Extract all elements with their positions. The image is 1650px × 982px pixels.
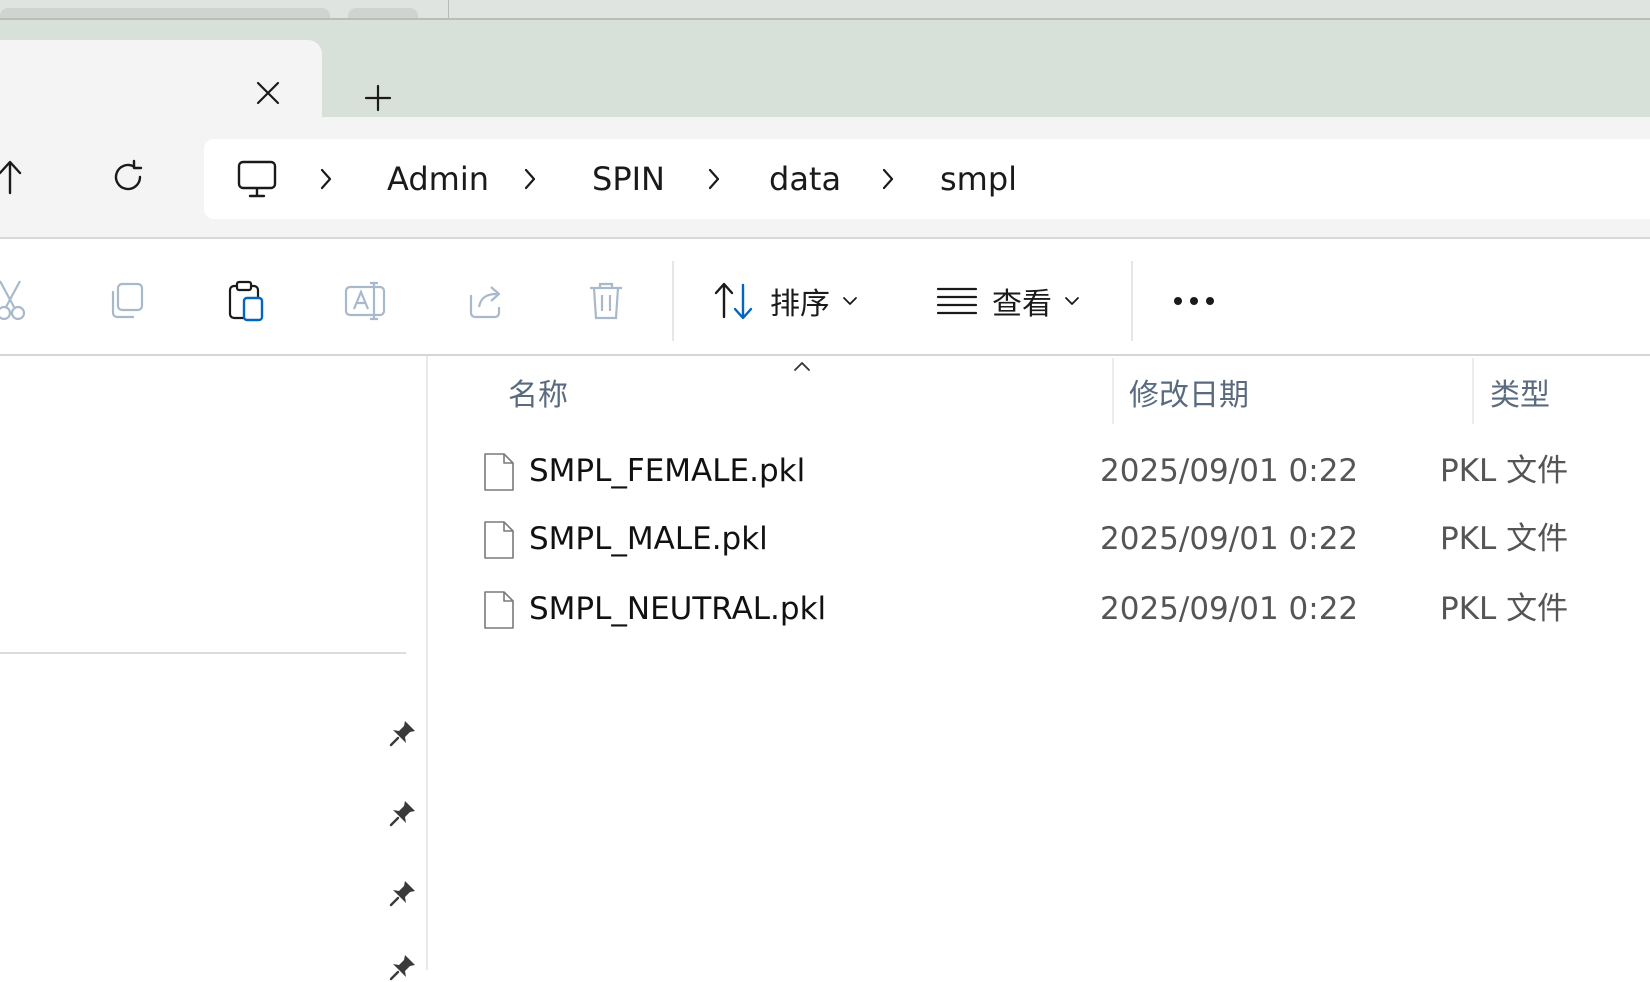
paste-icon[interactable] bbox=[224, 279, 268, 323]
file-row[interactable]: SMPL_NEUTRAL.pkl 2025/09/01 0:22 PKL 文件 bbox=[480, 574, 1650, 644]
column-header-name[interactable]: 名称 bbox=[508, 370, 568, 422]
chevron-right-icon[interactable] bbox=[520, 165, 540, 193]
file-row[interactable]: SMPL_MALE.pkl 2025/09/01 0:22 PKL 文件 bbox=[480, 504, 1650, 574]
column-header-type[interactable]: 类型 bbox=[1490, 370, 1550, 422]
rename-icon[interactable] bbox=[344, 279, 388, 323]
copy-icon[interactable] bbox=[104, 279, 148, 323]
sort-icon bbox=[714, 282, 753, 320]
breadcrumb-item[interactable]: Admin bbox=[387, 157, 489, 201]
file-type: PKL 文件 bbox=[1440, 521, 1569, 557]
chevron-down-icon bbox=[843, 297, 857, 305]
file-type: PKL 文件 bbox=[1440, 591, 1569, 627]
breadcrumb-item[interactable]: data bbox=[769, 157, 841, 201]
arrow-up-icon[interactable] bbox=[0, 157, 30, 197]
sort-label: 排序 bbox=[770, 287, 830, 322]
close-icon[interactable] bbox=[250, 75, 286, 111]
file-icon bbox=[483, 520, 515, 560]
share-icon[interactable] bbox=[464, 279, 508, 323]
delete-icon[interactable] bbox=[584, 279, 628, 323]
refresh-icon[interactable] bbox=[108, 157, 148, 197]
plus-icon[interactable] bbox=[360, 80, 396, 116]
computer-icon[interactable] bbox=[236, 159, 278, 199]
file-icon bbox=[483, 590, 515, 630]
tab-bar bbox=[0, 20, 1650, 117]
file-name: SMPL_MALE.pkl bbox=[529, 521, 768, 557]
file-name: SMPL_FEMALE.pkl bbox=[529, 453, 806, 489]
pin-icon[interactable] bbox=[388, 718, 418, 748]
cut-icon[interactable] bbox=[0, 279, 34, 323]
divider bbox=[1131, 261, 1133, 341]
column-divider[interactable] bbox=[1112, 358, 1114, 424]
navigation-pane bbox=[0, 356, 428, 981]
sort-ascending-icon bbox=[792, 358, 812, 372]
column-divider[interactable] bbox=[1472, 358, 1474, 424]
sort-button[interactable]: 排序 bbox=[712, 273, 858, 329]
chevron-right-icon[interactable] bbox=[878, 165, 898, 193]
command-bar: 排序 查看 bbox=[0, 241, 1650, 356]
more-icon[interactable] bbox=[1172, 279, 1216, 323]
file-modified: 2025/09/01 0:22 bbox=[1100, 453, 1359, 489]
file-type: PKL 文件 bbox=[1440, 453, 1569, 489]
file-list: 名称 修改日期 类型 SMPL_FEMALE.pkl 2025/09/01 0:… bbox=[430, 356, 1650, 970]
pin-icon[interactable] bbox=[388, 952, 418, 982]
chevron-right-icon[interactable] bbox=[704, 165, 724, 193]
pin-icon[interactable] bbox=[388, 878, 418, 908]
divider bbox=[672, 261, 674, 341]
file-row[interactable]: SMPL_FEMALE.pkl 2025/09/01 0:22 PKL 文件 bbox=[480, 436, 1650, 506]
divider bbox=[0, 652, 406, 654]
file-modified: 2025/09/01 0:22 bbox=[1100, 591, 1359, 627]
window-top-strip bbox=[0, 0, 1650, 20]
view-button[interactable]: 查看 bbox=[936, 273, 1080, 329]
file-name: SMPL_NEUTRAL.pkl bbox=[529, 591, 827, 627]
pin-icon[interactable] bbox=[388, 798, 418, 828]
breadcrumb-item-current[interactable]: smpl bbox=[940, 157, 1017, 201]
file-icon bbox=[483, 452, 515, 492]
breadcrumb-item[interactable]: SPIN bbox=[592, 157, 665, 201]
chevron-down-icon bbox=[1065, 297, 1079, 305]
view-label: 查看 bbox=[992, 287, 1052, 322]
list-view-icon bbox=[936, 287, 978, 315]
file-modified: 2025/09/01 0:22 bbox=[1100, 521, 1359, 557]
address-bar[interactable]: Admin SPIN data smpl bbox=[204, 139, 1650, 219]
column-header-modified[interactable]: 修改日期 bbox=[1129, 370, 1249, 422]
divider bbox=[448, 0, 449, 20]
chevron-right-icon[interactable] bbox=[316, 165, 336, 193]
